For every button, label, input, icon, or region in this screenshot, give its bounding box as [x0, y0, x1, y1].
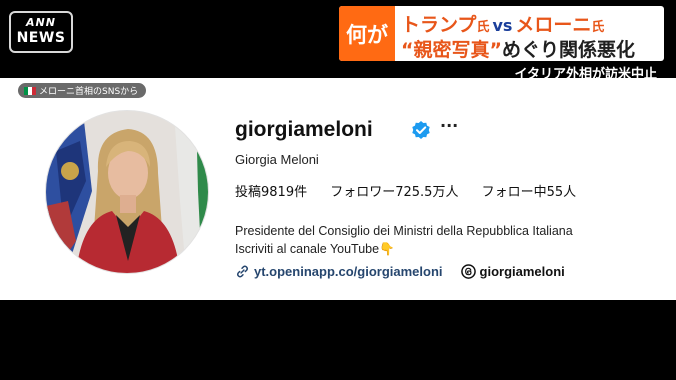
source-label-text: メローニ首相のSNSから [39, 87, 139, 97]
followers-count[interactable]: フォロワー725.5万人 [330, 185, 458, 200]
headline-quote: “親密写真” [401, 39, 502, 61]
more-options-icon[interactable]: ··· [440, 116, 458, 135]
following-count[interactable]: フォロー中55人 [482, 185, 577, 200]
profile-link-url[interactable]: yt.openinapp.co/giorgiameloni [254, 264, 443, 279]
bio-line-2: Iscriviti al canale YouTube👇 [235, 240, 573, 258]
pointing-down-emoji: 👇 [379, 242, 395, 256]
threads-link[interactable]: giorgiameloni [460, 264, 565, 279]
posts-count[interactable]: 投稿9819件 [235, 185, 307, 200]
portrait-photo [46, 111, 208, 273]
source-label: メローニ首相のSNSから [18, 83, 147, 98]
headline-banner: 何が トランプ氏 vs メローニ氏 “親密写真”めぐり関係悪化 [339, 6, 664, 61]
headline-rest: めぐり関係悪化 [501, 39, 635, 61]
profile-stats: 投稿9819件 フォロワー725.5万人 フォロー中55人 [235, 181, 595, 200]
headline-line1: トランプ氏 vs メローニ氏 [401, 10, 604, 37]
italy-flag-icon [24, 86, 36, 95]
headline-suffix-b: 氏 [591, 20, 605, 35]
headline-name-b: メローニ [515, 14, 592, 36]
verified-badge-icon [412, 121, 430, 139]
profile-full-name: Giorgia Meloni [235, 152, 319, 167]
profile-links: yt.openinapp.co/giorgiameloni giorgiamel… [235, 264, 565, 279]
threads-icon [460, 264, 476, 279]
headline-line2: “親密写真”めぐり関係悪化 [401, 35, 635, 61]
instagram-profile-panel: メローニ首相のSNSから giorgiameloni ··· Giorgia M… [0, 78, 676, 300]
profile-avatar[interactable] [45, 110, 209, 274]
logo-bottom-text: NEWS [16, 30, 66, 46]
threads-handle: giorgiameloni [479, 264, 565, 279]
profile-bio: Presidente del Consiglio dei Ministri de… [235, 222, 573, 258]
bio-line-2-text: Iscriviti al canale YouTube [235, 242, 380, 256]
bio-line-1: Presidente del Consiglio dei Ministri de… [235, 224, 573, 238]
headline-suffix-a: 氏 [476, 20, 490, 35]
link-icon [237, 265, 248, 278]
headline-vs: vs [492, 16, 513, 35]
headline-tag: 何が [339, 6, 395, 61]
ann-news-logo: ANN NEWS [9, 11, 73, 53]
profile-username: giorgiameloni [235, 118, 373, 141]
headline-name-a: トランプ [401, 14, 477, 36]
logo-top-text: ANN [26, 16, 56, 29]
